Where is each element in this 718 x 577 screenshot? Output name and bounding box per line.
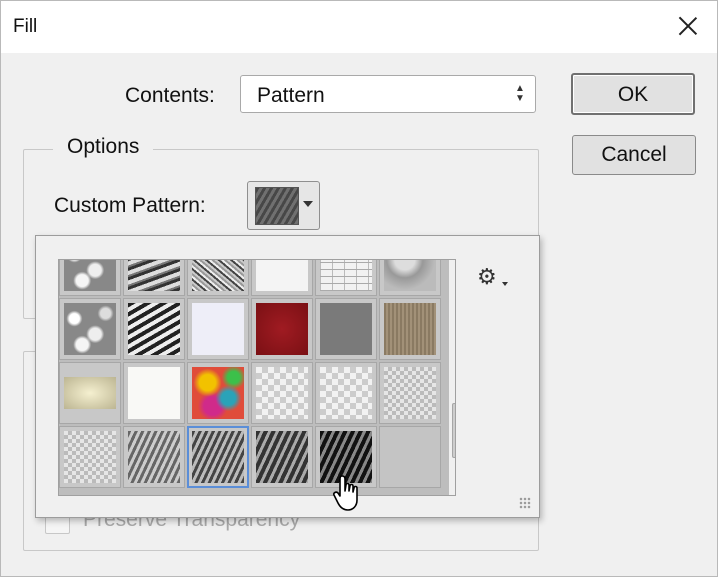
close-icon[interactable] bbox=[677, 15, 699, 37]
pattern-cell[interactable] bbox=[59, 362, 121, 424]
pattern-cell[interactable] bbox=[123, 260, 185, 296]
contents-select[interactable]: Pattern ▲ ▼ bbox=[240, 75, 536, 113]
up-down-arrows-icon: ▲ ▼ bbox=[515, 83, 525, 104]
pattern-picker-popup: ⚙ bbox=[35, 235, 540, 518]
pattern-cell[interactable] bbox=[379, 260, 441, 296]
pattern-cell[interactable] bbox=[187, 298, 249, 360]
pattern-cell[interactable] bbox=[315, 298, 377, 360]
pattern-cell[interactable] bbox=[251, 298, 313, 360]
caret-down-icon bbox=[502, 282, 508, 286]
hand-pointer-icon bbox=[333, 475, 358, 511]
pattern-cell[interactable] bbox=[379, 362, 441, 424]
pattern-grid bbox=[58, 259, 456, 496]
pattern-cell[interactable] bbox=[187, 260, 249, 296]
pattern-cell[interactable] bbox=[123, 298, 185, 360]
pattern-cell[interactable] bbox=[251, 426, 313, 488]
pattern-cell[interactable] bbox=[315, 260, 377, 296]
pattern-swatch bbox=[255, 187, 299, 225]
chevron-down-icon bbox=[303, 201, 313, 207]
custom-pattern-dropdown[interactable] bbox=[247, 181, 320, 230]
pattern-cell[interactable] bbox=[59, 260, 121, 296]
pattern-cell-empty bbox=[379, 426, 441, 488]
pattern-cell[interactable] bbox=[379, 298, 441, 360]
gear-icon[interactable]: ⚙ bbox=[477, 266, 497, 288]
pattern-cell[interactable] bbox=[251, 260, 313, 296]
pattern-cell[interactable] bbox=[123, 426, 185, 488]
pattern-cell-selected[interactable] bbox=[187, 426, 249, 488]
custom-pattern-label: Custom Pattern: bbox=[54, 194, 206, 217]
contents-value: Pattern bbox=[257, 84, 325, 107]
options-legend: Options bbox=[53, 135, 154, 159]
fill-dialog: Fill Contents: Pattern ▲ ▼ OK Cancel Opti… bbox=[0, 0, 718, 577]
resize-grip-icon[interactable] bbox=[519, 497, 531, 509]
cancel-button[interactable]: Cancel bbox=[572, 135, 696, 175]
pattern-cell[interactable] bbox=[59, 426, 121, 488]
title-bar: Fill bbox=[1, 1, 717, 53]
pattern-cell[interactable] bbox=[315, 362, 377, 424]
pattern-scrollbar[interactable] bbox=[448, 260, 455, 495]
pattern-cell[interactable] bbox=[123, 362, 185, 424]
window-title: Fill bbox=[13, 16, 38, 37]
contents-label: Contents: bbox=[125, 84, 215, 107]
pattern-cell[interactable] bbox=[187, 362, 249, 424]
ok-button[interactable]: OK bbox=[571, 73, 695, 115]
pattern-cell[interactable] bbox=[59, 298, 121, 360]
pattern-cell[interactable] bbox=[251, 362, 313, 424]
scroll-thumb[interactable] bbox=[452, 403, 455, 458]
